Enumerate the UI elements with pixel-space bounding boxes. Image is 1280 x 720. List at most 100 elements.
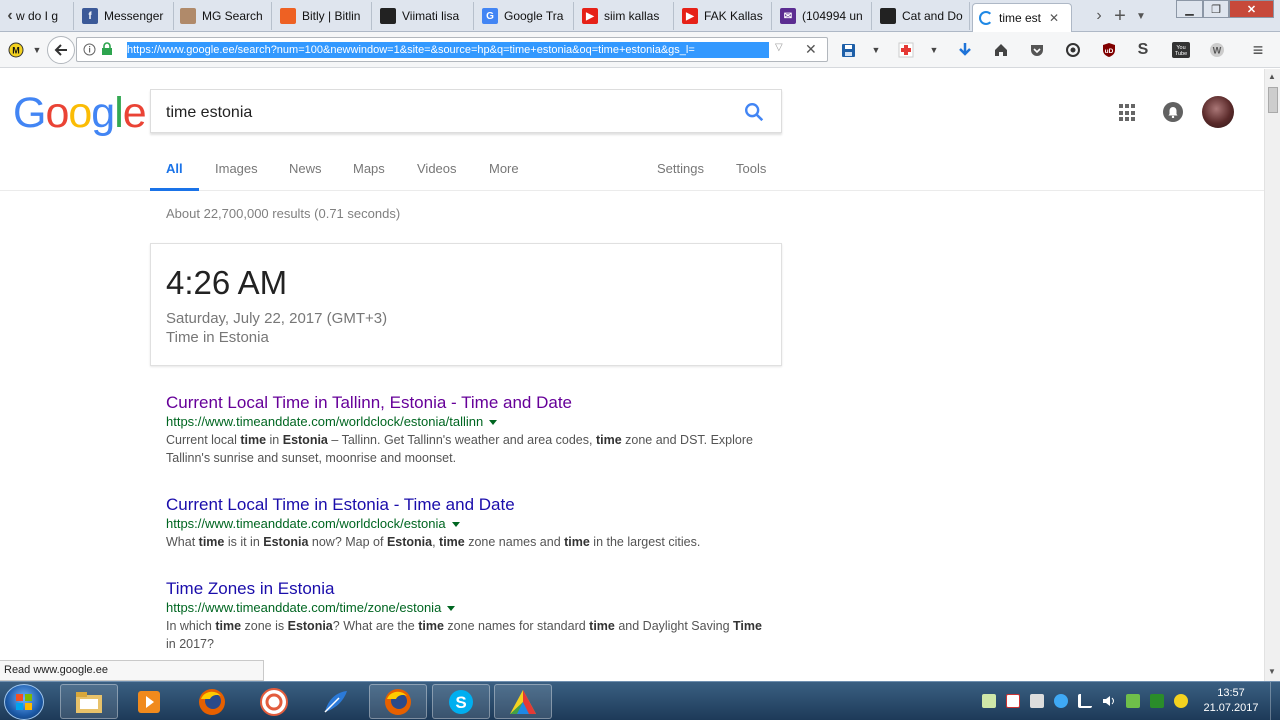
volume-icon[interactable] [1102, 694, 1116, 708]
addon-dropdown-icon[interactable]: ▼ [924, 40, 944, 60]
tray-green-icon[interactable] [1150, 694, 1164, 708]
network-signal-icon[interactable] [1078, 694, 1092, 708]
url-dropdown-icon[interactable]: ▽ [775, 42, 783, 53]
vertical-scrollbar[interactable]: ▲ ▼ [1264, 69, 1280, 681]
new-tab-button[interactable]: + [1110, 4, 1130, 28]
tools-link[interactable]: Tools [736, 161, 766, 176]
result-url-text[interactable]: https://www.timeanddate.com/worldclock/e… [166, 414, 483, 429]
tab-all[interactable]: All [166, 161, 183, 176]
w-extension-icon[interactable]: W [1207, 40, 1227, 60]
browser-tab[interactable]: Viimati lisa [374, 2, 474, 30]
browser-tab[interactable]: Bitly | Bitlin [274, 2, 372, 30]
taskbar-paint-app[interactable] [494, 684, 552, 719]
taskbar-app[interactable] [245, 684, 303, 719]
taskbar-firefox-active[interactable] [369, 684, 427, 719]
tab-label: Cat and Do [902, 9, 963, 23]
browser-tab[interactable]: ‹ w do I g [0, 2, 74, 30]
save-icon[interactable] [838, 40, 858, 60]
search-box[interactable]: time estonia [150, 89, 782, 133]
tray-shield-icon[interactable] [1126, 694, 1140, 708]
save-dropdown-icon[interactable]: ▼ [866, 40, 886, 60]
minimize-button[interactable]: ▁ [1176, 0, 1203, 18]
taskbar-skype[interactable]: S [432, 684, 490, 719]
svg-text:Tube: Tube [1175, 51, 1187, 57]
taskbar-firefox[interactable] [183, 684, 241, 719]
taskbar-media-player[interactable] [120, 684, 178, 719]
result-url-text[interactable]: https://www.timeanddate.com/time/zone/es… [166, 600, 441, 615]
system-clock[interactable]: 13:57 21.07.2017 [1196, 686, 1266, 716]
list-all-tabs-icon[interactable]: ▼ [1132, 4, 1150, 28]
google-logo[interactable]: Google [13, 89, 147, 138]
tab-maps[interactable]: Maps [353, 161, 385, 176]
scroll-up-icon[interactable]: ▲ [1268, 72, 1276, 81]
taskbar-explorer[interactable] [60, 684, 118, 719]
browser-tab[interactable]: f Messenger [76, 2, 174, 30]
browser-tab[interactable]: Cat and Do [874, 2, 970, 30]
result-url: https://www.timeanddate.com/worldclock/e… [166, 413, 766, 431]
download-icon[interactable] [955, 40, 975, 60]
sync-circle-icon[interactable] [1063, 40, 1083, 60]
close-tab-icon[interactable]: ✕ [1049, 11, 1059, 25]
browser-tab[interactable]: time est ✕ [972, 3, 1072, 32]
search-query[interactable]: time estonia [166, 104, 252, 122]
extension-m-icon[interactable]: M [6, 40, 26, 60]
close-window-button[interactable]: ✕ [1229, 0, 1274, 18]
result-title-link[interactable]: Current Local Time in Estonia - Time and… [166, 495, 766, 515]
show-desktop-button[interactable] [1270, 682, 1280, 720]
browser-tab[interactable]: ✉ (104994 un [774, 2, 872, 30]
start-button[interactable] [4, 684, 44, 720]
account-avatar[interactable] [1202, 96, 1234, 128]
youtube-extension-icon[interactable]: You Tube [1171, 40, 1191, 60]
browser-tab[interactable]: G Google Tra [476, 2, 574, 30]
clear-url-icon[interactable]: ✕ [805, 41, 817, 58]
s-extension-icon[interactable]: S [1133, 40, 1153, 60]
extension-dropdown-icon[interactable]: ▼ [27, 40, 47, 60]
youtube-icon: ▶ [582, 8, 598, 24]
media-player-icon [138, 690, 160, 713]
restore-button[interactable]: ❐ [1203, 0, 1229, 18]
result-url: https://www.timeanddate.com/worldclock/e… [166, 515, 766, 533]
browser-tab[interactable]: ▶ siim kallas [576, 2, 674, 30]
tab-scroll-right-icon[interactable]: › [1090, 4, 1108, 28]
url-bar[interactable]: https://www.google.ee/search?num=100&new… [76, 37, 828, 62]
notifications-bell-icon[interactable] [1163, 102, 1183, 122]
tray-app-icon[interactable] [982, 694, 996, 708]
taskbar-thunderbird[interactable] [306, 684, 364, 719]
time-answer-card: 4:26 AM Saturday, July 22, 2017 (GMT+3) … [150, 243, 782, 366]
result-url-text[interactable]: https://www.timeanddate.com/worldclock/e… [166, 516, 446, 531]
result-title-link[interactable]: Current Local Time in Tallinn, Estonia -… [166, 393, 766, 413]
lock-icon[interactable] [101, 42, 113, 61]
tab-news[interactable]: News [289, 161, 322, 176]
tab-videos[interactable]: Videos [417, 161, 457, 176]
scroll-down-icon[interactable]: ▼ [1268, 667, 1276, 676]
browser-tab[interactable]: ▶ FAK Kallas [676, 2, 772, 30]
pocket-icon[interactable] [1027, 40, 1047, 60]
scrollbar-thumb[interactable] [1268, 87, 1278, 113]
search-icon[interactable] [743, 101, 765, 123]
tab-more[interactable]: More [489, 161, 519, 176]
folder-icon [76, 691, 102, 713]
result-dropdown-icon[interactable] [451, 522, 460, 527]
first-aid-icon[interactable] [896, 40, 916, 60]
settings-link[interactable]: Settings [657, 161, 704, 176]
tab-images[interactable]: Images [215, 161, 258, 176]
url-text[interactable]: https://www.google.ee/search?num=100&new… [127, 42, 769, 58]
tray-flag-icon[interactable] [1006, 694, 1020, 708]
result-title-link[interactable]: Time Zones in Estonia [166, 579, 766, 599]
home-icon[interactable] [991, 40, 1011, 60]
ublock-icon[interactable]: uD [1099, 40, 1119, 60]
result-dropdown-icon[interactable] [489, 420, 498, 425]
cat-icon [880, 8, 896, 24]
feather-icon [324, 690, 347, 713]
info-icon[interactable] [83, 43, 96, 61]
tray-sync-icon[interactable] [1054, 694, 1068, 708]
loading-spinner-icon [979, 11, 993, 25]
hamburger-menu-icon[interactable]: ≡ [1248, 40, 1268, 60]
result-dropdown-icon[interactable] [447, 606, 456, 611]
browser-tab[interactable]: MG Search [174, 2, 272, 30]
tray-device-icon[interactable] [1030, 694, 1044, 708]
tray-status-icon[interactable] [1174, 694, 1188, 708]
google-apps-icon[interactable] [1119, 104, 1137, 122]
back-button[interactable] [47, 36, 75, 64]
youtube-icon: ▶ [682, 8, 698, 24]
